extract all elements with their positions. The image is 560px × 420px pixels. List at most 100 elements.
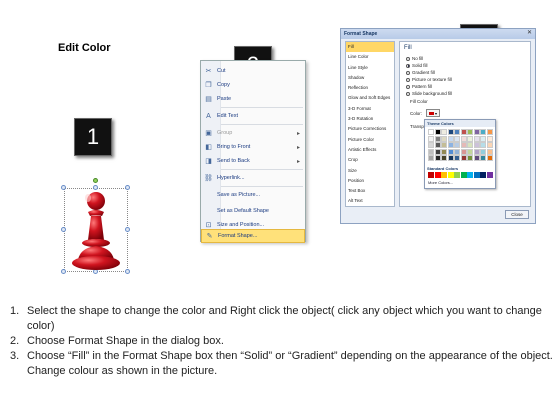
theme-color-swatch[interactable] [441,148,447,155]
theme-color-swatch[interactable] [467,142,473,148]
theme-color-swatch[interactable] [467,135,473,142]
category-reflection[interactable]: Reflection [346,83,394,93]
theme-color-swatch[interactable] [441,129,447,135]
theme-color-swatch[interactable] [467,155,473,161]
standard-color-swatch[interactable] [447,172,454,178]
menu-item-hyperlink[interactable]: ⛓ Hyperlink... [201,171,305,185]
standard-color-swatch[interactable] [486,172,493,178]
menu-item-cut[interactable]: ✂ Cut [201,64,305,78]
theme-color-swatch[interactable] [428,135,434,142]
menu-item-format-shape[interactable]: ✎ Format Shape... [201,229,305,243]
theme-color-swatch[interactable] [434,155,441,161]
color-picker-button[interactable]: ▾ [426,109,440,117]
theme-color-swatch[interactable] [441,142,447,148]
theme-color-swatch[interactable] [473,135,480,142]
standard-color-swatch[interactable] [460,172,467,178]
category-alt-text[interactable]: Alt Text [346,196,394,206]
category-3d-rotation[interactable]: 3-D Rotation [346,114,394,124]
theme-color-swatch[interactable] [486,155,493,161]
format-shape-icon: ✎ [206,232,213,240]
theme-color-swatch[interactable] [460,148,467,155]
theme-color-swatch[interactable] [473,148,480,155]
theme-color-swatch[interactable] [486,142,493,148]
standard-color-swatch[interactable] [454,172,460,178]
menu-item-bring-to-front[interactable]: ◧ Bring to Front ▸ [201,140,305,154]
menu-item-set-default-shape[interactable]: Set as Default Shape [201,204,305,218]
theme-color-swatch[interactable] [447,142,454,148]
menu-item-copy[interactable]: ❐ Copy [201,78,305,92]
theme-color-swatch[interactable] [473,129,480,135]
category-line-style[interactable]: Line Style [346,63,394,73]
theme-color-swatch[interactable] [428,148,434,155]
theme-color-swatch[interactable] [454,129,460,135]
category-shadow[interactable]: Shadow [346,73,394,83]
theme-color-swatch[interactable] [454,148,460,155]
theme-color-swatch[interactable] [480,148,486,155]
theme-color-swatch[interactable] [460,135,467,142]
radio-gradient-fill[interactable]: Gradient fill [406,70,435,75]
theme-color-swatch[interactable] [434,142,441,148]
theme-color-swatch[interactable] [447,135,454,142]
category-crop[interactable]: Crop [346,155,394,165]
category-3d-format[interactable]: 3-D Format [346,104,394,114]
radio-solid-fill[interactable]: Solid fill [406,63,428,68]
category-glow[interactable]: Glow and Soft Edges [346,93,394,103]
theme-color-swatch[interactable] [454,155,460,161]
theme-color-swatch[interactable] [486,148,493,155]
menu-item-group[interactable]: ▣ Group ▸ [201,126,305,140]
theme-color-swatch[interactable] [460,129,467,135]
pawn-shape[interactable] [66,188,126,274]
theme-color-swatch[interactable] [460,142,467,148]
radio-picture-fill[interactable]: Picture or texture fill [406,77,452,82]
menu-item-edit-text[interactable]: A Edit Text [201,109,305,123]
category-position[interactable]: Position [346,176,394,186]
theme-color-swatch[interactable] [480,129,486,135]
menu-item-paste[interactable]: ▤ Paste [201,92,305,106]
radio-slide-background-fill[interactable]: Slide background fill [406,91,452,96]
category-text-box[interactable]: Text Box [346,186,394,196]
theme-color-swatch[interactable] [441,135,447,142]
theme-color-swatch[interactable] [486,129,493,135]
theme-color-swatch[interactable] [434,148,441,155]
category-picture-corrections[interactable]: Picture Corrections [346,124,394,134]
menu-item-save-as-picture[interactable]: Save as Picture... [201,188,305,202]
category-artistic-effects[interactable]: Artistic Effects [346,145,394,155]
theme-color-swatch[interactable] [447,148,454,155]
theme-color-swatch[interactable] [441,155,447,161]
close-button[interactable]: Close [505,210,529,219]
theme-color-swatch[interactable] [447,155,454,161]
theme-color-swatch[interactable] [434,129,441,135]
category-picture-color[interactable]: Picture Color [346,135,394,145]
theme-color-swatch[interactable] [428,142,434,148]
close-icon[interactable]: ✕ [527,29,532,36]
standard-color-swatch[interactable] [428,172,434,178]
radio-pattern-fill[interactable]: Pattern fill [406,84,432,89]
category-line-color[interactable]: Line Color [346,52,394,62]
radio-no-fill[interactable]: No fill [406,56,423,61]
theme-color-swatch[interactable] [473,142,480,148]
theme-color-swatch[interactable] [467,148,473,155]
standard-color-swatch[interactable] [467,172,473,178]
more-colors-link[interactable]: More Colors... [428,180,453,185]
category-size[interactable]: Size [346,166,394,176]
menu-item-send-to-back[interactable]: ◨ Send to Back ▸ [201,154,305,168]
theme-color-swatch[interactable] [454,135,460,142]
theme-color-swatch[interactable] [480,135,486,142]
category-fill[interactable]: Fill [346,42,394,53]
theme-color-swatch[interactable] [480,142,486,148]
theme-color-swatch[interactable] [480,155,486,161]
theme-color-swatch[interactable] [447,129,454,135]
standard-color-swatch[interactable] [441,172,447,178]
standard-color-swatch[interactable] [480,172,486,178]
theme-color-swatch[interactable] [428,129,434,135]
rotate-handle[interactable] [93,178,98,183]
theme-color-swatch[interactable] [454,142,460,148]
standard-color-swatch[interactable] [473,172,480,178]
theme-color-swatch[interactable] [473,155,480,161]
theme-color-swatch[interactable] [467,129,473,135]
theme-color-swatch[interactable] [428,155,434,161]
standard-color-swatch[interactable] [434,172,441,178]
theme-color-swatch[interactable] [486,135,493,142]
theme-color-swatch[interactable] [460,155,467,161]
theme-color-swatch[interactable] [434,135,441,142]
